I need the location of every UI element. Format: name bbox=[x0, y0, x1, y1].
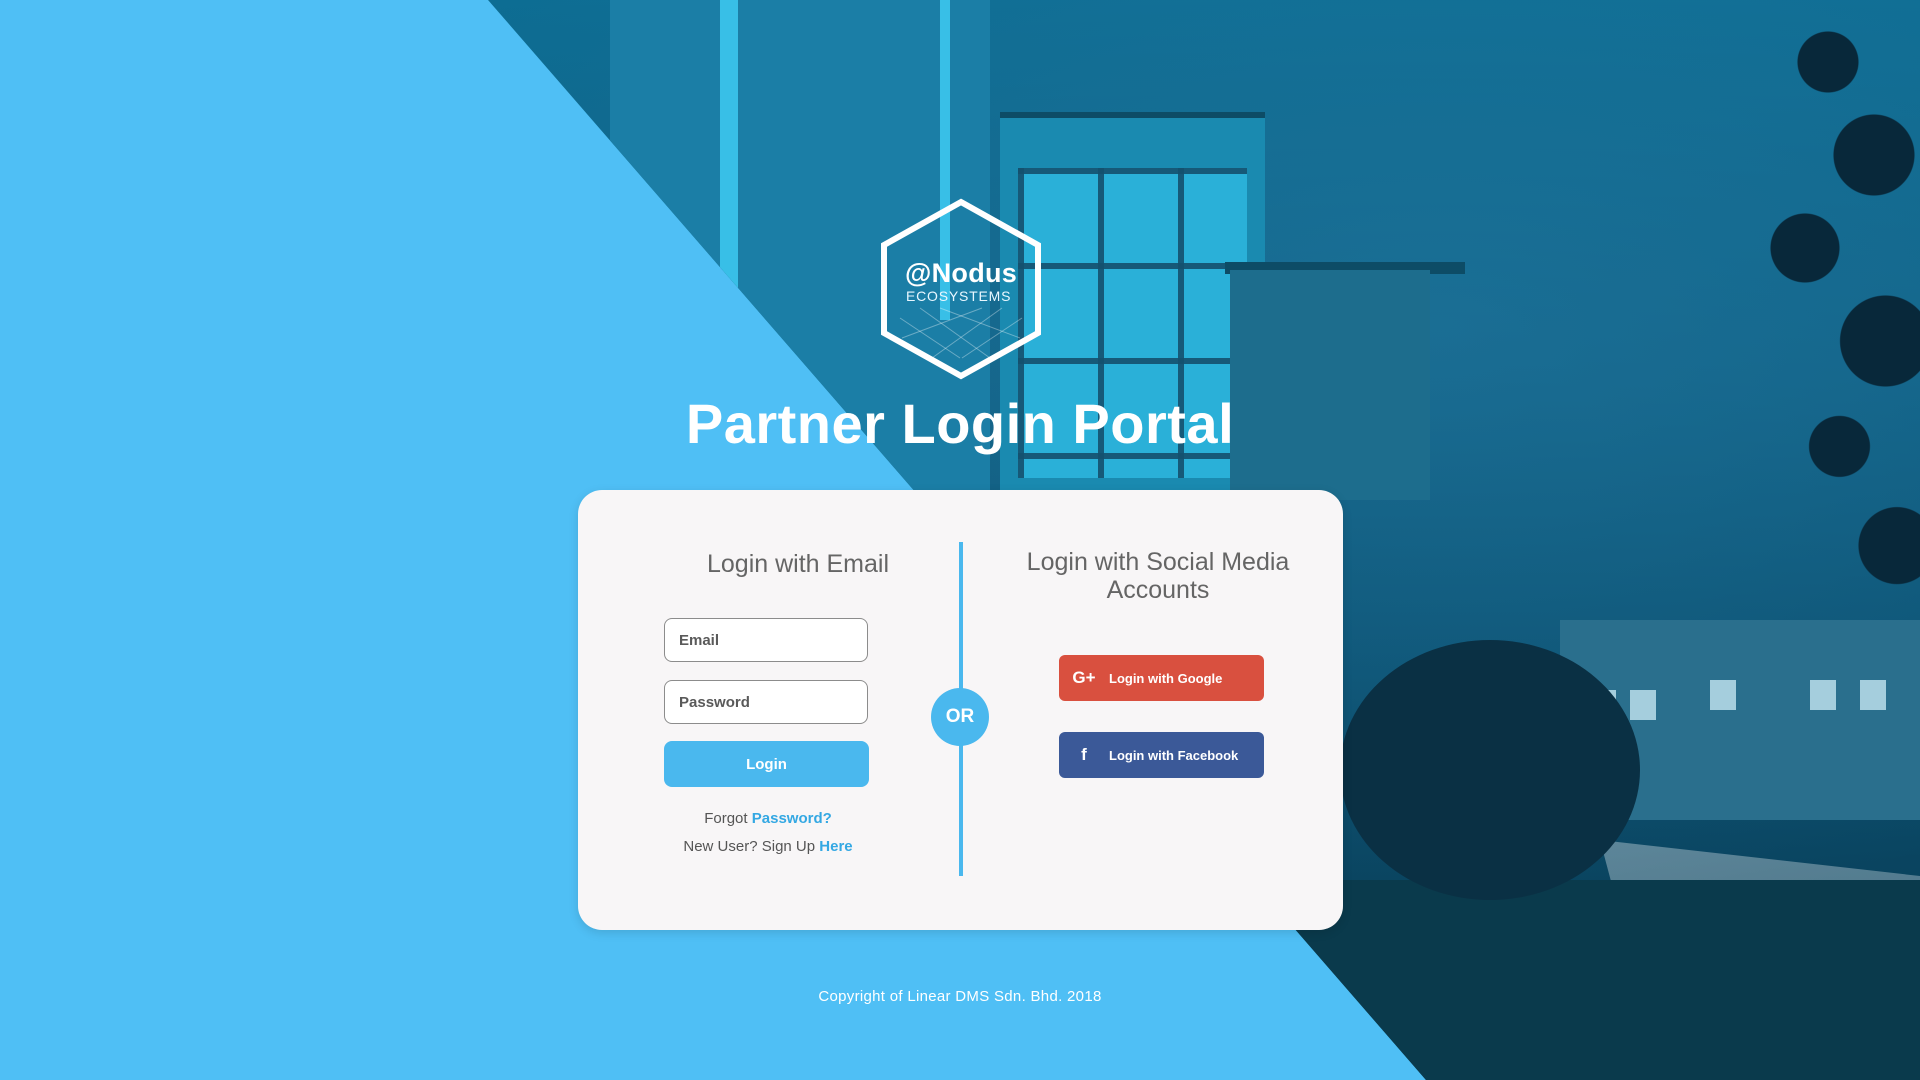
password-field[interactable] bbox=[664, 680, 868, 724]
forgot-prefix: Forgot bbox=[704, 810, 748, 827]
building-right bbox=[1230, 270, 1430, 500]
tree-leaves bbox=[1690, 0, 1920, 620]
login-card: Login with Email Login Forgot Password? … bbox=[578, 490, 1343, 930]
copyright-text: Copyright of Linear DMS Sdn. Bhd. 2018 bbox=[818, 988, 1102, 1005]
forgot-password-link[interactable]: Password? bbox=[752, 810, 832, 827]
google-login-label: Login with Google bbox=[1109, 670, 1223, 686]
facebook-icon: f bbox=[1081, 745, 1087, 764]
email-field[interactable] bbox=[664, 618, 868, 662]
facebook-login-button[interactable]: f Login with Facebook bbox=[1059, 732, 1264, 778]
login-button[interactable]: Login bbox=[664, 741, 869, 787]
nodus-logo: @Nodus ECOSYSTEMS bbox=[880, 198, 1042, 380]
google-login-button[interactable]: G+ Login with Google bbox=[1059, 655, 1264, 701]
logo-name: @Nodus bbox=[905, 258, 1018, 288]
email-login-title: Login with Email bbox=[706, 550, 890, 578]
or-badge: OR bbox=[931, 688, 989, 746]
social-login-title: Login with Social Media Accounts bbox=[1026, 548, 1290, 604]
forgot-password-line: Forgot Password? bbox=[618, 810, 918, 827]
signup-line: New User? Sign Up Here bbox=[618, 838, 918, 855]
signup-prefix: New User? Sign Up bbox=[683, 838, 816, 855]
facebook-login-label: Login with Facebook bbox=[1109, 747, 1239, 763]
google-plus-icon: G+ bbox=[1072, 668, 1096, 687]
signup-link[interactable]: Here bbox=[819, 838, 852, 855]
tree bbox=[1340, 640, 1640, 900]
logo-subtitle: ECOSYSTEMS bbox=[906, 288, 1012, 304]
page-title: Partner Login Portal bbox=[685, 392, 1235, 455]
